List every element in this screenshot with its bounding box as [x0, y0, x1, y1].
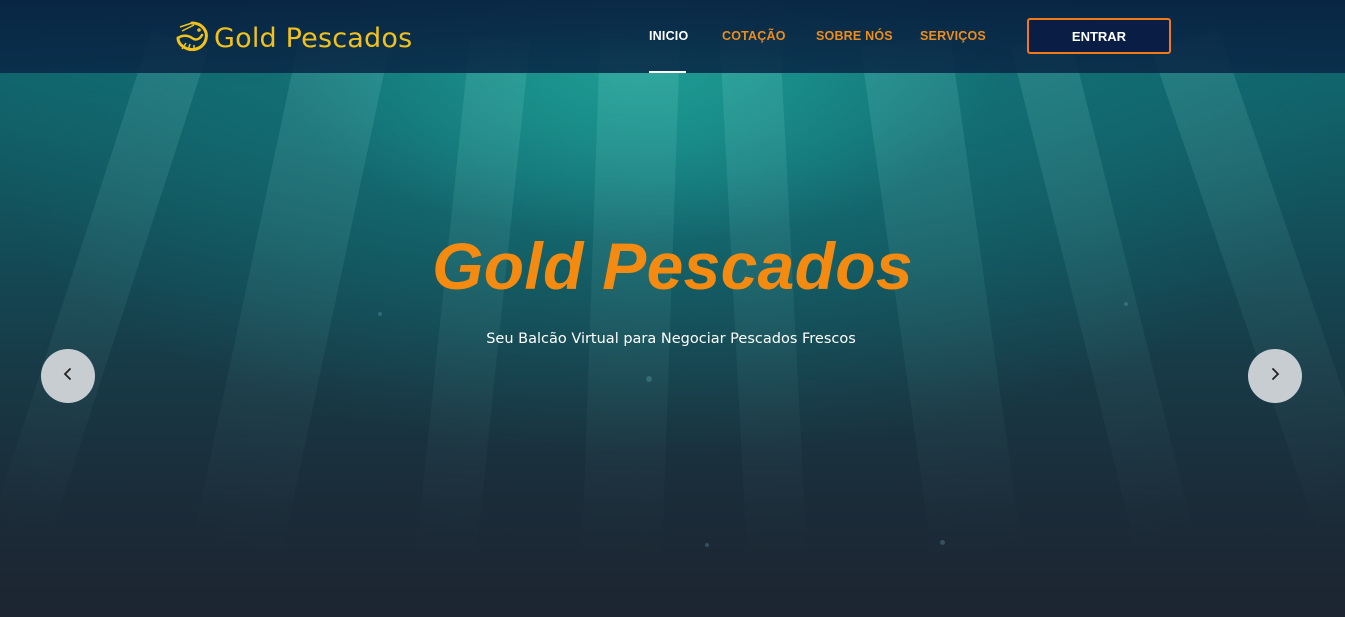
nav-link-sobre-nos[interactable]: SOBRE NÓS: [816, 29, 893, 43]
carousel-next-button[interactable]: [1248, 349, 1302, 403]
top-navbar: Gold Pescados INICIO COTAÇÃO SOBRE NÓS S…: [0, 0, 1345, 73]
login-button[interactable]: ENTRAR: [1027, 18, 1171, 54]
nav-link-inicio[interactable]: INICIO: [649, 29, 688, 43]
active-nav-indicator: [649, 71, 686, 73]
brand-name: Gold Pescados: [214, 22, 413, 54]
nav-link-cotacao[interactable]: COTAÇÃO: [722, 29, 786, 43]
chevron-right-icon: [1269, 367, 1281, 386]
hero-background: [0, 0, 1345, 617]
shrimp-icon: [172, 19, 210, 58]
nav-link-servicos[interactable]: SERVIÇOS: [920, 29, 986, 43]
brand-logo[interactable]: Gold Pescados: [172, 20, 412, 56]
carousel-prev-button[interactable]: [41, 349, 95, 403]
chevron-left-icon: [62, 367, 74, 386]
hero-subtitle: Seu Balcão Virtual para Negociar Pescado…: [486, 331, 856, 347]
hero-title: Gold Pescados: [432, 229, 913, 303]
